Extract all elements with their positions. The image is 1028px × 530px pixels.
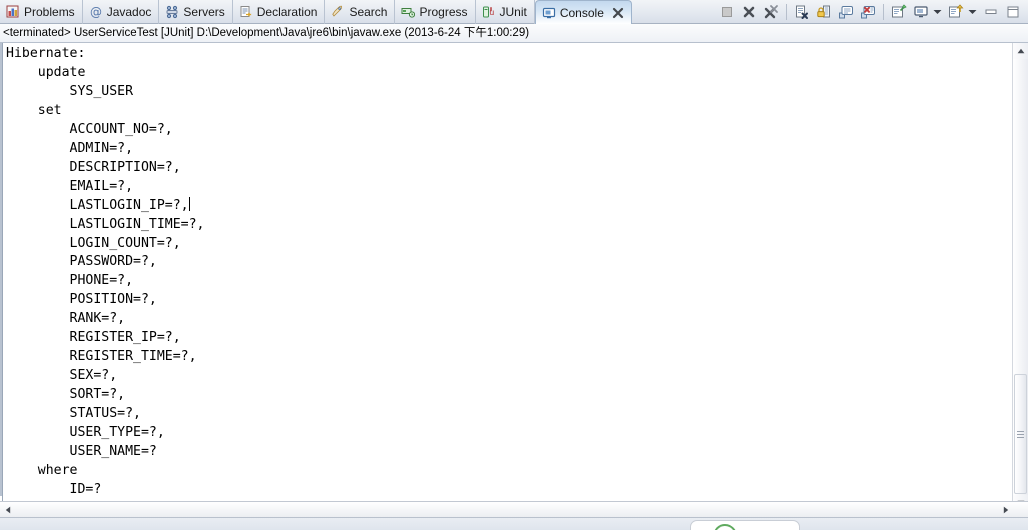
remove-all-launches-icon[interactable] [761,2,781,22]
show-console-stderr-icon[interactable] [858,2,878,22]
progress-popup[interactable] [690,520,800,530]
console-output: Hibernate: update SYS_USER set ACCOUNT_N… [6,45,205,500]
bottom-status-strip [0,517,1028,530]
tab-label: Search [349,5,388,19]
toolbar-separator [786,4,787,20]
problems-icon [6,5,20,19]
console-view-toolbar [716,0,1028,24]
show-console-stdout-icon[interactable] [836,2,856,22]
javadoc-at-icon: @ [89,5,103,19]
close-icon[interactable] [612,7,624,19]
vertical-scroll-track[interactable] [1013,59,1028,495]
scroll-up-arrow-icon[interactable] [1013,43,1028,59]
scroll-lock-icon[interactable] [814,2,834,22]
tab-label: Declaration [256,5,318,19]
tab-junit[interactable]: u JUnit [476,0,535,24]
remove-launch-x-icon[interactable] [739,2,759,22]
junit-icon: u [482,5,496,19]
declaration-icon [239,5,253,19]
vertical-scroll-thumb[interactable] [1014,374,1027,494]
console-body: Hibernate: update SYS_USER set ACCOUNT_N… [0,43,1028,530]
minimize-icon[interactable] [981,2,1001,22]
launch-status-line: <terminated> UserServiceTest [JUnit] D:\… [0,24,1028,43]
progress-spinner-icon [708,521,742,530]
servers-icon [165,5,179,19]
view-tabs: Problems @ Javadoc Servers Declaration S… [0,0,632,25]
text-caret [188,196,190,211]
pin-console-icon[interactable] [889,2,909,22]
tab-label: Console [559,5,604,20]
eclipse-console-view: Problems @ Javadoc Servers Declaration S… [0,0,1028,530]
tab-console[interactable]: Console [534,0,632,25]
svg-text:u: u [489,8,494,17]
scroll-left-arrow-icon[interactable] [0,502,16,517]
tab-declaration[interactable]: Declaration [233,0,326,24]
horizontal-scrollbar[interactable] [0,501,1028,517]
clear-console-icon[interactable] [792,2,812,22]
console-icon [542,6,556,20]
console-left-gutter [0,43,2,496]
progress-icon [401,5,416,19]
view-tab-bar: Problems @ Javadoc Servers Declaration S… [0,0,1028,25]
tab-search[interactable]: Search [325,0,396,24]
display-selected-console-icon[interactable] [911,2,931,22]
chevron-down-icon[interactable] [967,2,978,22]
console-output-before-caret: Hibernate: update SYS_USER set ACCOUNT_N… [6,46,189,213]
terminate-stop-icon[interactable] [717,2,737,22]
tab-label: Javadoc [106,5,152,19]
vertical-scrollbar[interactable] [1012,43,1028,511]
tab-label: JUnit [499,5,527,19]
scroll-grip-icon [1017,429,1024,440]
tab-javadoc[interactable]: @ Javadoc [83,0,160,24]
tab-label: Problems [24,5,75,19]
scroll-right-arrow-icon[interactable] [998,502,1014,517]
tab-label: Servers [183,5,225,19]
chevron-down-icon[interactable] [932,2,943,22]
tab-progress[interactable]: Progress [395,0,476,24]
svg-text:@: @ [90,5,102,19]
tab-label: Progress [419,5,468,19]
search-icon [331,5,345,19]
tab-problems[interactable]: Problems [0,0,83,24]
console-output-after-caret: LASTLOGIN_TIME=?, LOGIN_COUNT=?, PASSWOR… [37,216,205,497]
tab-servers[interactable]: Servers [159,0,233,24]
maximize-icon[interactable] [1003,2,1023,22]
open-console-icon[interactable] [946,2,966,22]
toolbar-separator [883,4,884,20]
console-text-area[interactable]: Hibernate: update SYS_USER set ACCOUNT_N… [2,43,1012,510]
